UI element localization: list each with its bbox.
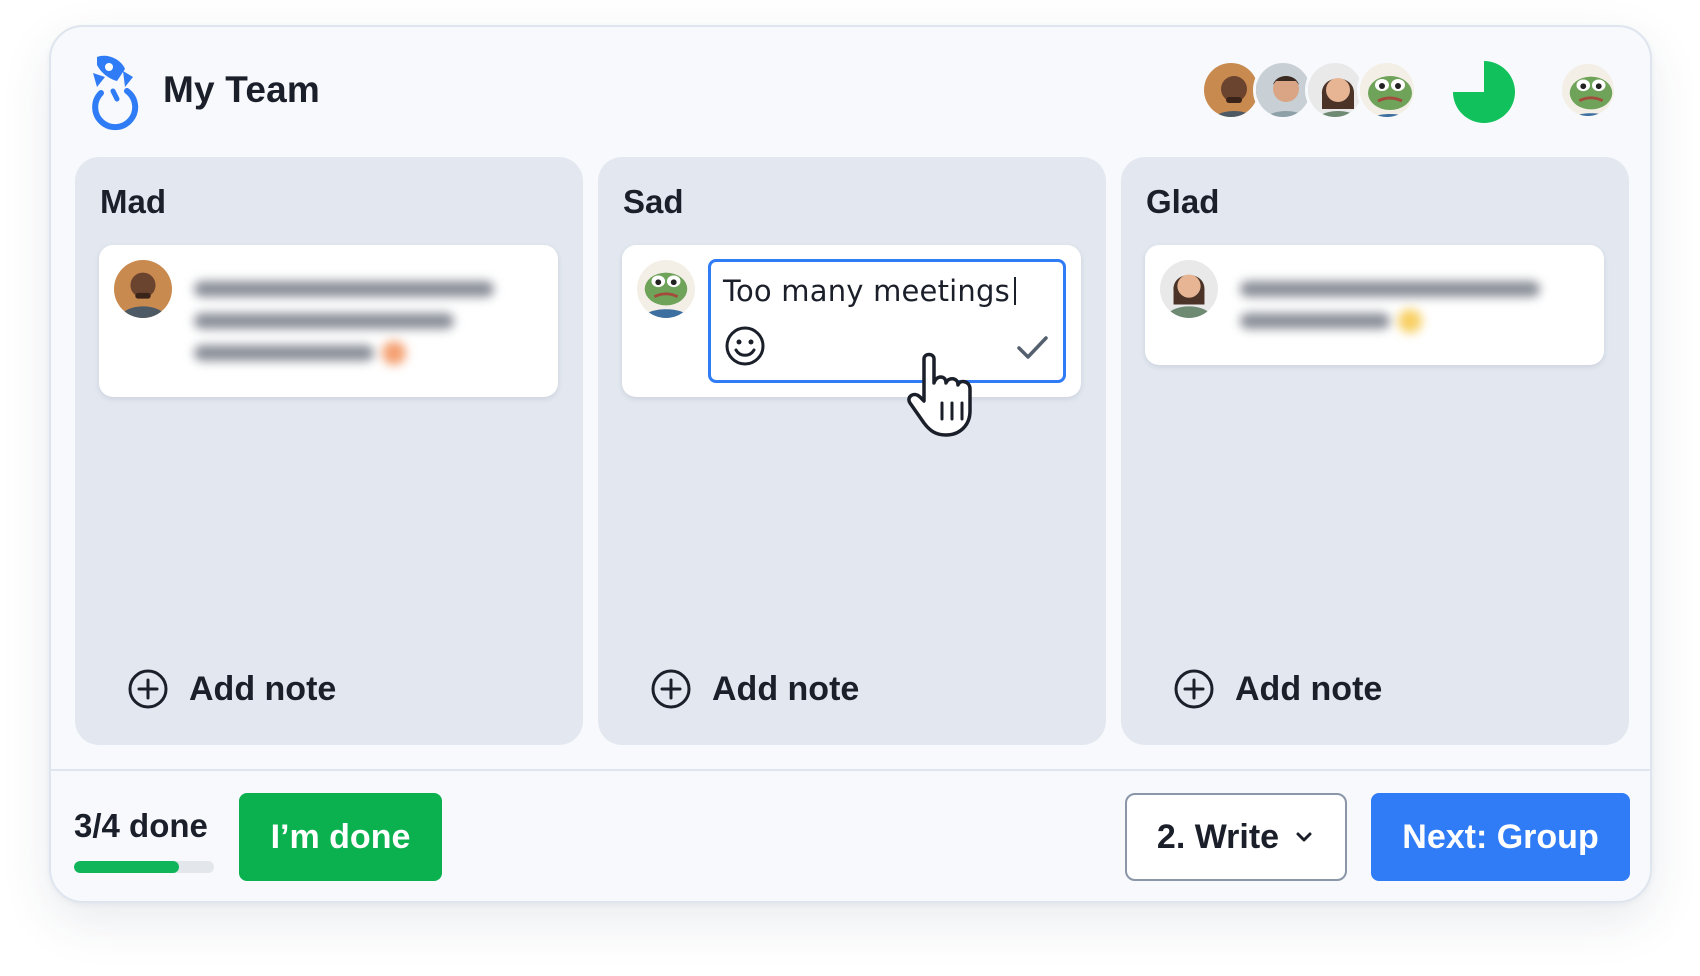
column-title: Mad xyxy=(100,183,166,220)
current-user-avatar[interactable] xyxy=(1559,61,1617,119)
add-note-label: Add note xyxy=(1235,669,1383,708)
check-icon[interactable] xyxy=(1013,328,1051,366)
chevron-down-icon xyxy=(1296,832,1312,842)
phase-dropdown[interactable]: 2. Write xyxy=(1125,793,1347,881)
progress-bar xyxy=(74,861,214,873)
note-text-editor[interactable]: Too many meetings xyxy=(708,259,1066,383)
plus-circle-icon xyxy=(651,669,691,709)
progress-bar-fill xyxy=(74,861,179,873)
pie-timer-icon xyxy=(1453,61,1515,123)
participant-avatar[interactable] xyxy=(1201,60,1261,120)
note-card[interactable] xyxy=(1145,245,1604,365)
note-author-avatar xyxy=(637,260,695,318)
add-note-button[interactable]: Add note xyxy=(1173,667,1382,711)
retro-board: My Team Mad Add note Sad Too many meetin… xyxy=(49,25,1652,903)
rocket-logo-icon xyxy=(92,55,139,131)
column-glad: Glad Add note xyxy=(1121,157,1629,745)
column-mad: Mad Add note xyxy=(75,157,583,745)
team-title: My Team xyxy=(163,69,320,110)
footer: 3/4 done I’m done 2. Write Next: Group xyxy=(51,769,1650,901)
blurred-note-text xyxy=(194,275,514,384)
participant-avatar[interactable] xyxy=(1305,60,1365,120)
im-done-button[interactable]: I’m done xyxy=(239,793,442,881)
column-sad: Sad Too many meetings Add note xyxy=(598,157,1106,745)
emoji-smiley-icon[interactable] xyxy=(723,324,767,368)
add-note-label: Add note xyxy=(189,669,337,708)
plus-circle-icon xyxy=(128,669,168,709)
note-author-avatar xyxy=(1160,260,1218,318)
pointer-hand-cursor-icon xyxy=(907,352,972,437)
plus-circle-icon xyxy=(1174,669,1214,709)
column-title: Sad xyxy=(623,183,684,220)
note-input-text[interactable]: Too many meetings xyxy=(723,274,1016,308)
participant-avatar[interactable] xyxy=(1357,60,1417,120)
participant-avatar[interactable] xyxy=(1253,60,1313,120)
add-note-button[interactable]: Add note xyxy=(127,667,336,711)
blurred-note-text xyxy=(1240,275,1560,354)
note-author-avatar xyxy=(114,260,172,318)
note-card[interactable] xyxy=(99,245,558,397)
add-note-label: Add note xyxy=(712,669,860,708)
progress-label: 3/4 done xyxy=(74,807,208,844)
header: My Team xyxy=(51,27,1650,157)
column-title: Glad xyxy=(1146,183,1220,220)
next-group-button[interactable]: Next: Group xyxy=(1371,793,1630,881)
text-caret xyxy=(1013,277,1016,305)
add-note-button[interactable]: Add note xyxy=(650,667,859,711)
phase-dropdown-label: 2. Write xyxy=(1156,817,1280,856)
participant-avatars xyxy=(1201,60,1421,120)
note-card-editing: Too many meetings xyxy=(622,245,1081,437)
